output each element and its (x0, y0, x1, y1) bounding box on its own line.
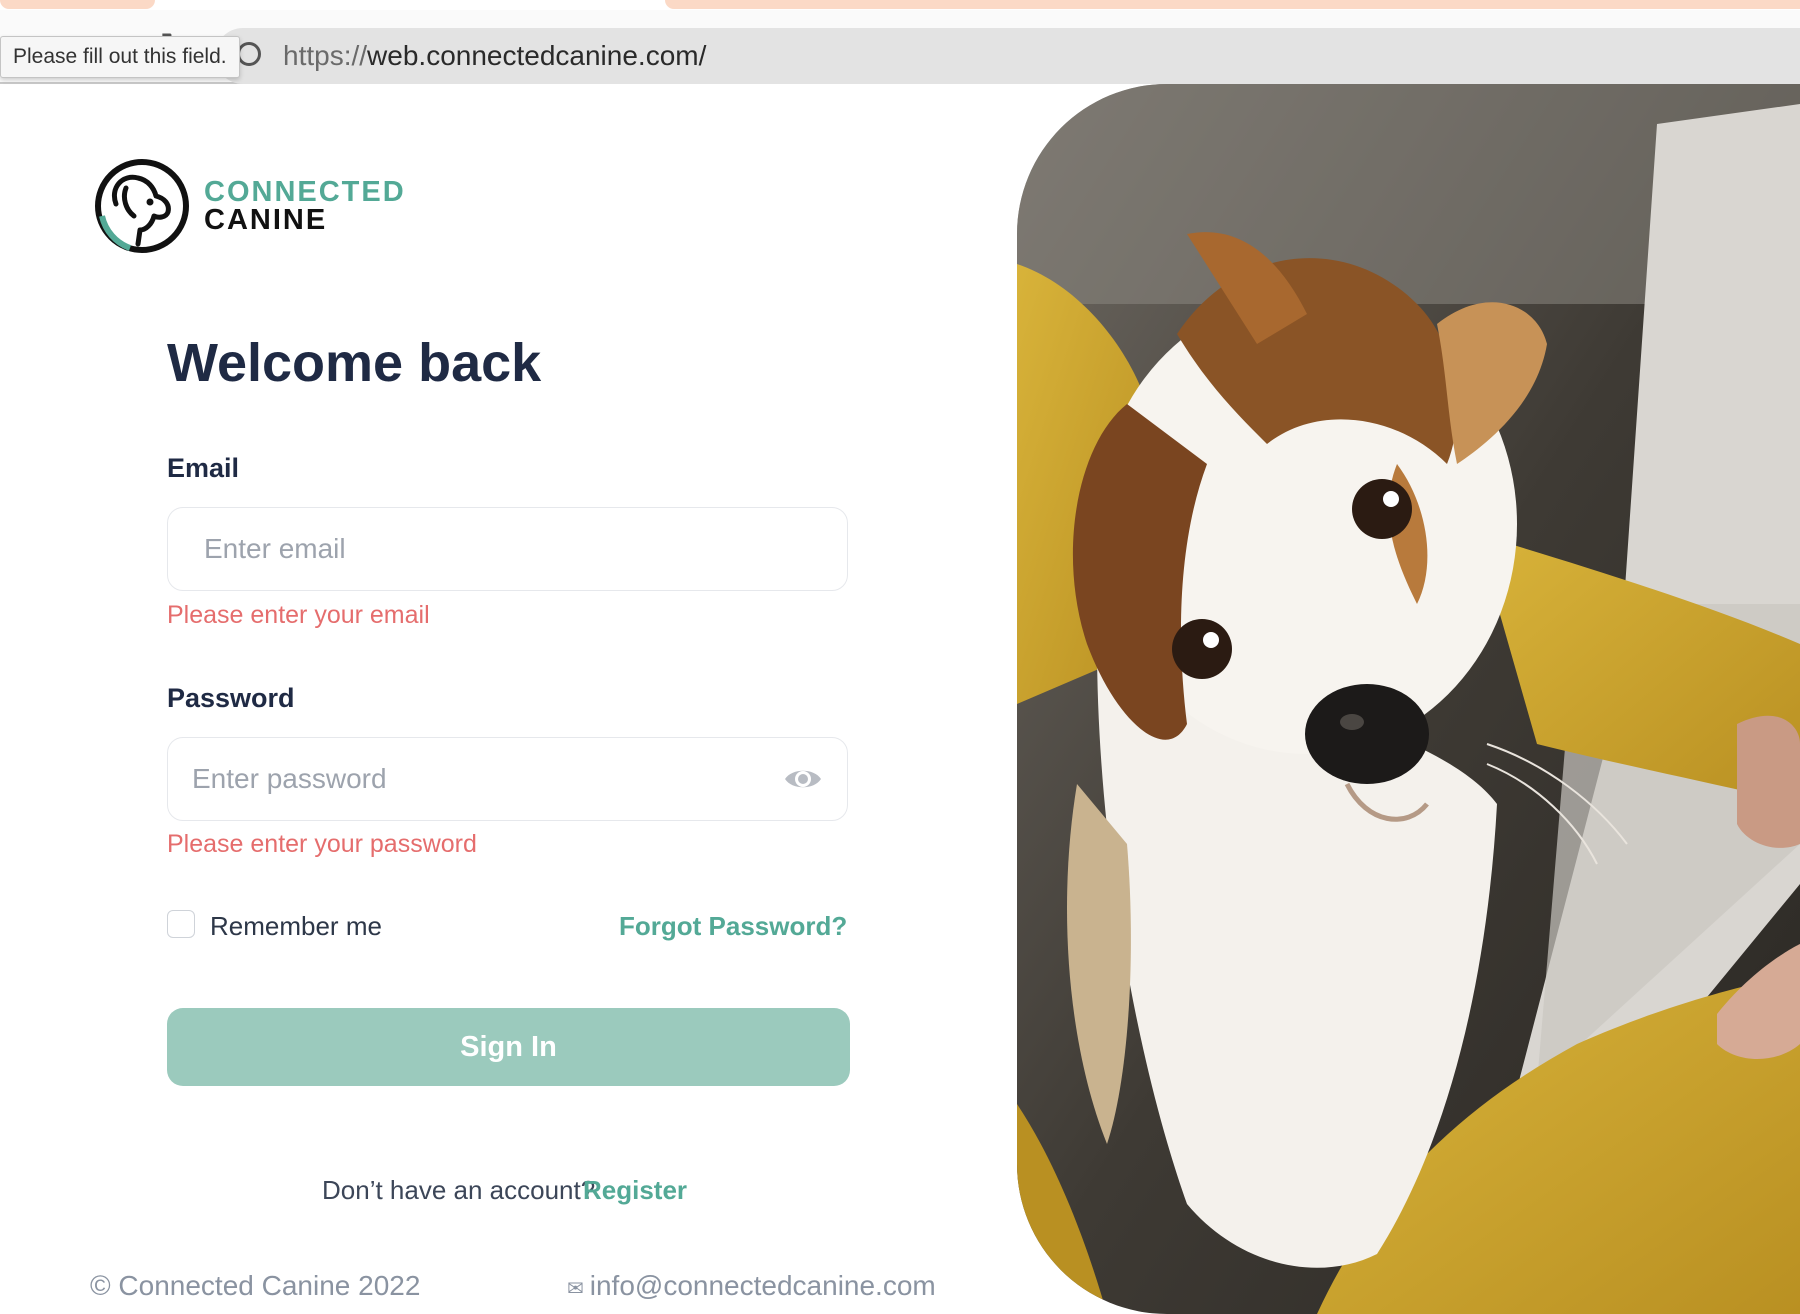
email-input[interactable] (168, 508, 847, 590)
remember-me-label[interactable]: Remember me (210, 910, 382, 942)
dog-logo-icon (95, 159, 189, 253)
sign-in-button[interactable]: Sign In (167, 1008, 850, 1086)
forgot-password-link[interactable]: Forgot Password? (619, 910, 847, 942)
password-label: Password (167, 683, 295, 713)
copyright-text: © Connected Canine 2022 (90, 1270, 421, 1301)
password-input[interactable] (168, 738, 847, 820)
validation-tooltip: Please fill out this field. (0, 36, 240, 78)
envelope-icon: ✉ (567, 1278, 584, 1300)
browser-tab[interactable] (0, 0, 155, 9)
email-error: Please enter your email (167, 601, 430, 629)
browser-tab-active[interactable] (665, 0, 1800, 9)
site-info-icon[interactable] (237, 42, 261, 66)
password-field-wrapper (167, 737, 848, 821)
brand-logo[interactable]: CONNECTED CANINE (92, 158, 492, 258)
no-account-text: Don’t have an account? (322, 1175, 596, 1205)
contact-email-text: info@connectedcanine.com (589, 1270, 936, 1301)
address-bar[interactable]: https://web.connectedcanine.com/ (215, 28, 1800, 84)
url-host: web.connectedcanine.com/ (367, 40, 707, 71)
password-error: Please enter your password (167, 830, 477, 858)
remember-me-checkbox[interactable] (167, 910, 195, 938)
email-field-wrapper (167, 507, 848, 591)
register-link[interactable]: Register (583, 1174, 687, 1206)
url-text[interactable]: https://web.connectedcanine.com/ (283, 38, 706, 74)
browser-toolbar: ‹ › ↻ https://web.connectedcanine.com/ (0, 10, 1800, 84)
hero-dog-photo (1017, 84, 1800, 1314)
dog-photo-illustration (1017, 84, 1800, 1314)
url-scheme: https:// (283, 40, 368, 71)
show-password-eye-icon[interactable] (783, 764, 823, 794)
logo-text-line2: CANINE (204, 204, 328, 236)
page-title: Welcome back (167, 333, 542, 393)
tab-strip (0, 0, 1800, 10)
contact-email[interactable]: ✉ info@connectedcanine.com (567, 1268, 936, 1307)
email-label: Email (167, 453, 240, 483)
